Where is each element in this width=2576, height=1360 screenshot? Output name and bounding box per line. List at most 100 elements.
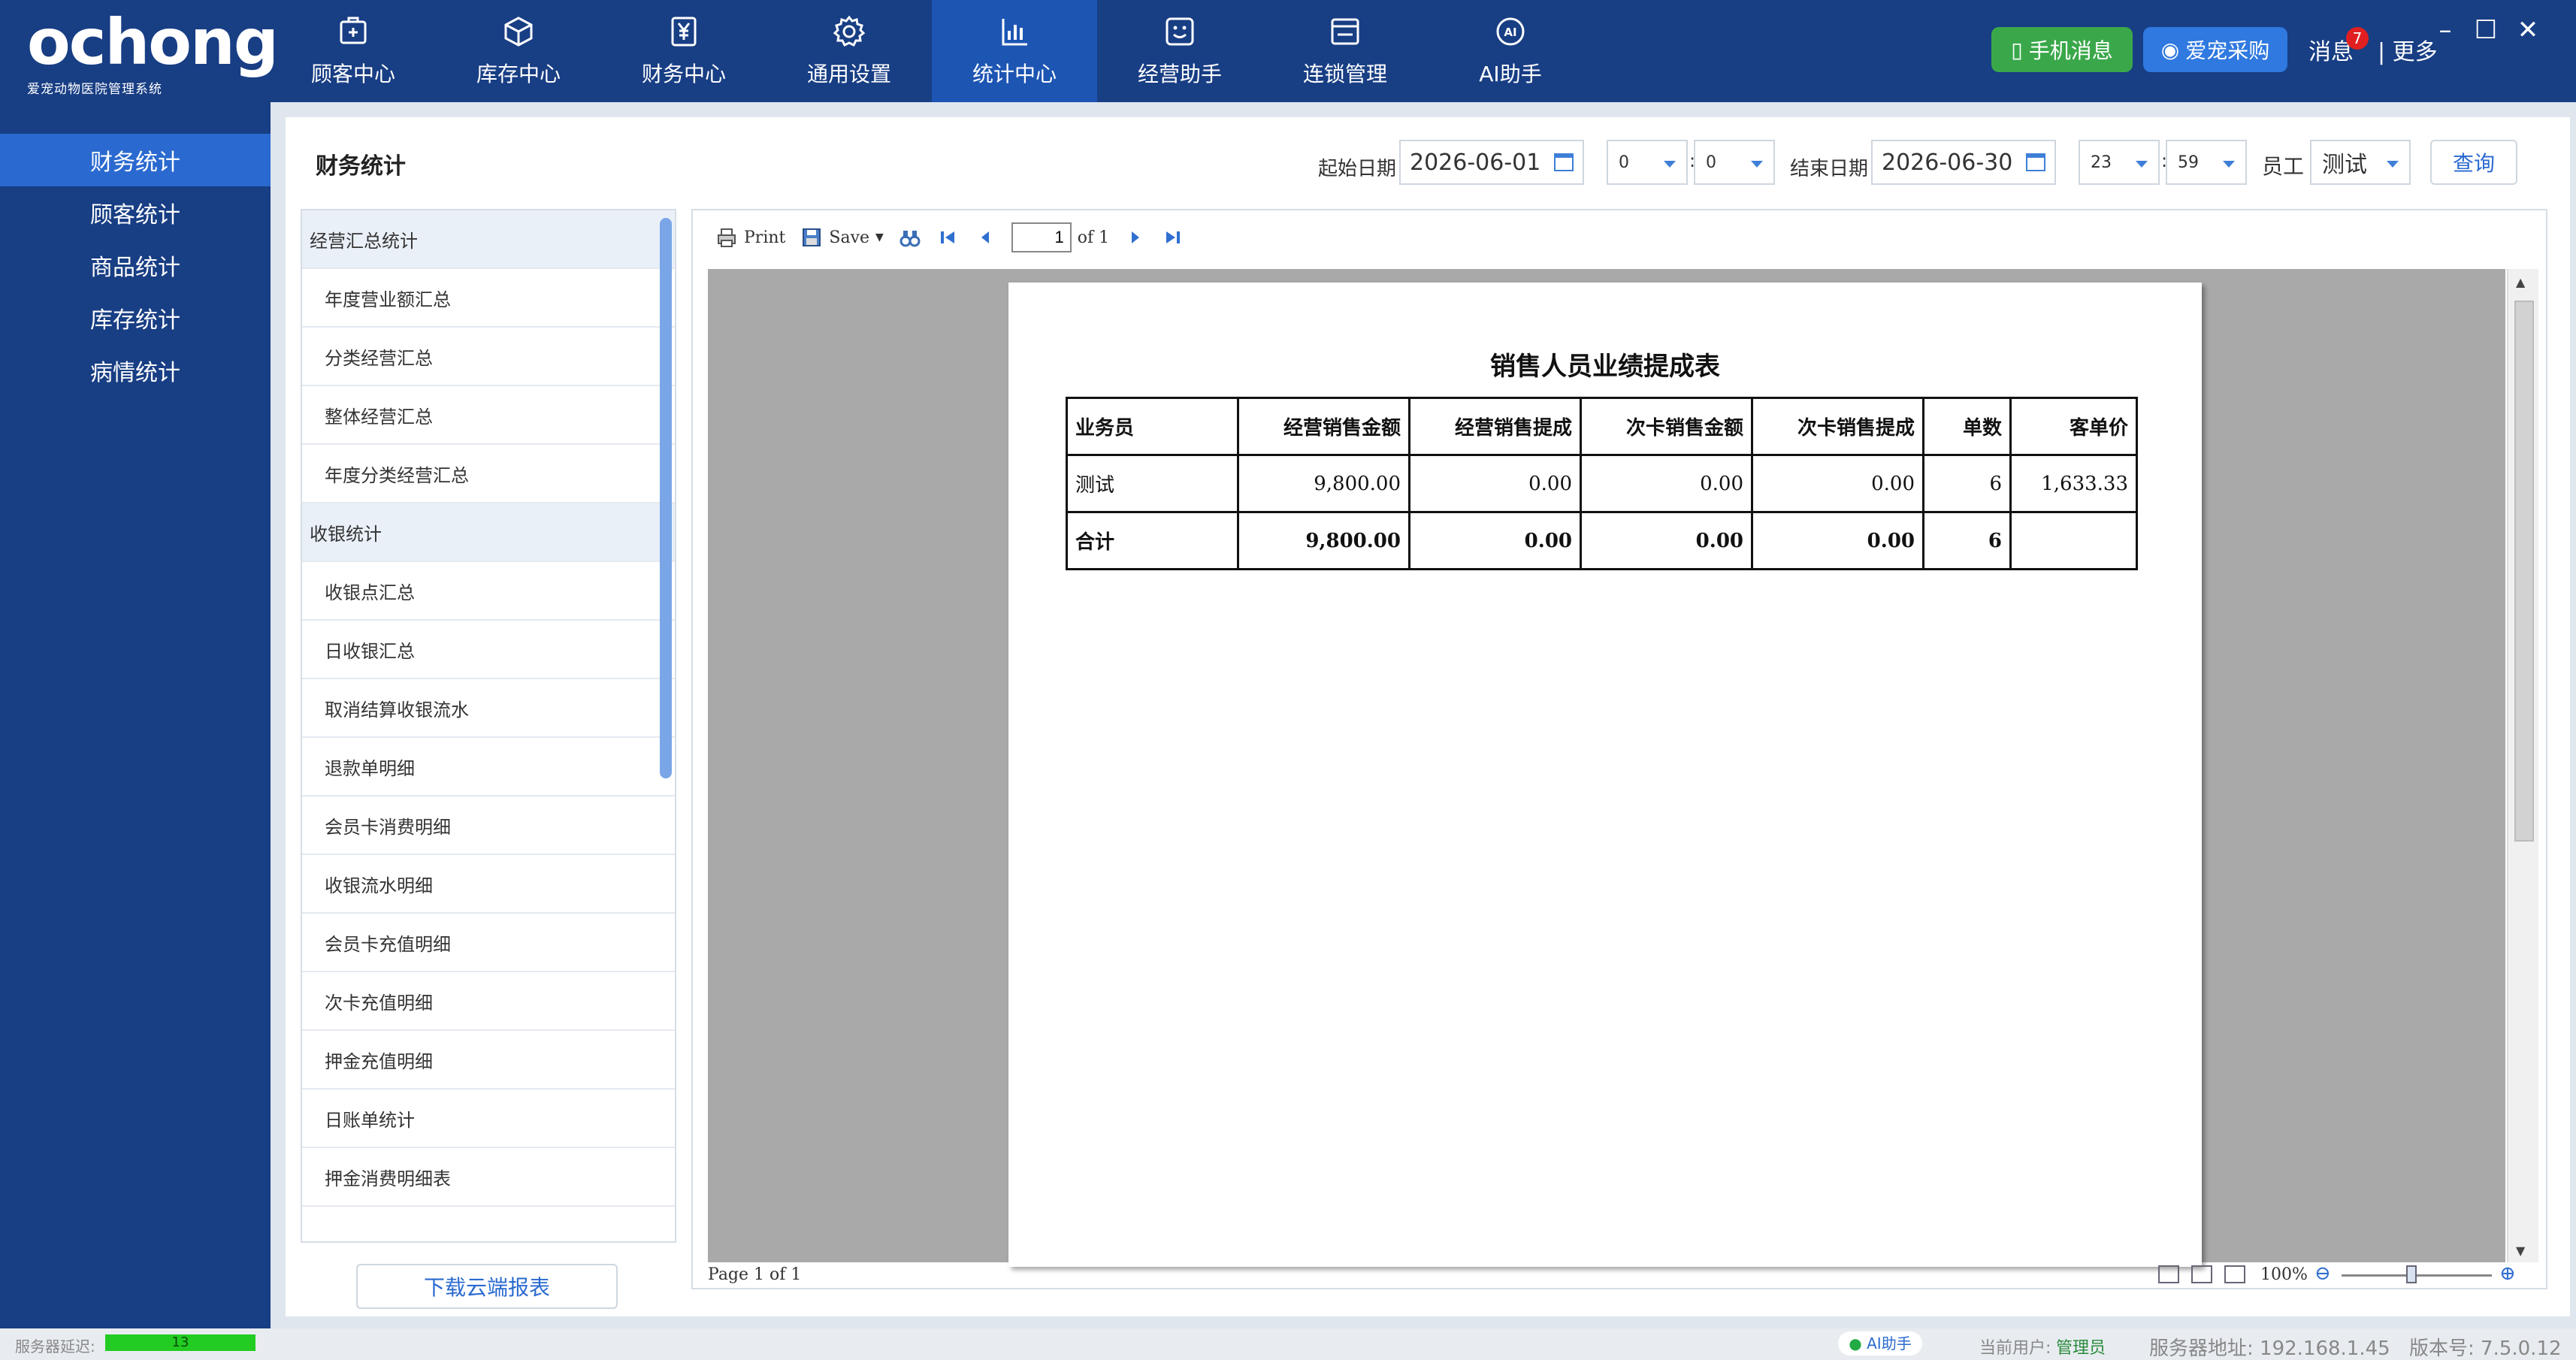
nav-inventory[interactable]: 库存中心 bbox=[436, 0, 601, 102]
yen-icon bbox=[671, 17, 697, 47]
prev-page-button[interactable] bbox=[974, 226, 996, 249]
start-date-label: 起始日期 bbox=[1318, 158, 1397, 180]
viewer-scrollbar[interactable]: ▲ ▼ bbox=[2507, 269, 2538, 1262]
staff-select[interactable]: 测试 bbox=[2310, 140, 2411, 185]
list-item[interactable]: 会员卡充值明细 bbox=[302, 914, 675, 972]
zoom-out-icon[interactable]: ⊖ bbox=[2314, 1262, 2331, 1285]
latency-label: 服务器延迟: bbox=[15, 1337, 95, 1355]
zoom-in-icon[interactable]: ⊕ bbox=[2499, 1262, 2516, 1285]
chevron-down-icon[interactable]: ▼ bbox=[875, 231, 884, 243]
download-cloud-report-button[interactable]: 下载云端报表 bbox=[356, 1264, 618, 1309]
sidebar-item-disease-stats[interactable]: 病情统计 bbox=[0, 344, 271, 397]
print-button[interactable]: Print bbox=[715, 226, 785, 249]
table-cell: 0.00 bbox=[1408, 511, 1582, 570]
save-button[interactable]: Save ▼ bbox=[800, 226, 884, 249]
end-minute-value: 59 bbox=[2178, 153, 2199, 172]
staff-label: 员工 bbox=[2262, 154, 2305, 179]
viewer-toolbar: Print Save ▼ of 1 bbox=[693, 210, 2546, 264]
first-page-button[interactable] bbox=[936, 226, 959, 249]
svg-text:AI: AI bbox=[1504, 26, 1516, 39]
end-hour-value: 23 bbox=[2091, 153, 2112, 172]
table-cell: 测试 bbox=[1066, 454, 1239, 513]
nav-label: 库存中心 bbox=[476, 62, 561, 86]
nav-customer[interactable]: 顾客中心 bbox=[271, 0, 436, 102]
list-item[interactable]: 次卡充值明细 bbox=[302, 972, 675, 1031]
maximize-icon[interactable]: ☐ bbox=[2472, 17, 2499, 44]
zoom-level: 100% bbox=[2260, 1265, 2308, 1284]
minimize-icon[interactable]: – bbox=[2432, 17, 2459, 44]
list-scrollbar[interactable] bbox=[660, 218, 672, 778]
more-link[interactable]: | 更多 bbox=[2378, 33, 2438, 66]
list-group-header[interactable]: 收银统计 bbox=[302, 503, 675, 562]
app-logo: ochong 爱宠动物医院管理系统 bbox=[27, 11, 279, 97]
table-header-cell: 业务员 bbox=[1066, 397, 1239, 456]
page-number-input[interactable] bbox=[1011, 222, 1072, 252]
nav-label: 顾客中心 bbox=[310, 62, 395, 86]
list-item[interactable]: 日账单统计 bbox=[302, 1090, 675, 1148]
end-minute-select[interactable]: 59 bbox=[2166, 140, 2247, 185]
customer-icon bbox=[340, 17, 367, 44]
list-item[interactable]: 押金充值明细 bbox=[302, 1031, 675, 1090]
nav-settings[interactable]: 通用设置 bbox=[766, 0, 932, 102]
sidebar-item-product-stats[interactable]: 商品统计 bbox=[0, 239, 271, 292]
server-address: 服务器地址: 192.168.1.45 bbox=[2149, 1337, 2390, 1360]
multi-page-icon[interactable] bbox=[2224, 1265, 2245, 1283]
nav-label: 财务中心 bbox=[641, 62, 726, 86]
scroll-up-icon[interactable]: ▲ bbox=[2516, 275, 2525, 289]
list-item[interactable]: 押金消费明细表 bbox=[302, 1148, 675, 1207]
list-item[interactable]: 整体经营汇总 bbox=[302, 386, 675, 445]
zoom-slider-handle[interactable] bbox=[2406, 1265, 2417, 1283]
zoom-slider[interactable] bbox=[2342, 1274, 2492, 1277]
purchase-button[interactable]: ◉ 爱宠采购 bbox=[2143, 27, 2287, 72]
end-date-label: 结束日期 bbox=[1790, 158, 1869, 180]
list-item[interactable]: 收银流水明细 bbox=[302, 855, 675, 914]
table-header-cell: 客单价 bbox=[2009, 397, 2138, 456]
sidebar-item-customer-stats[interactable]: 顾客统计 bbox=[0, 186, 271, 239]
scrollbar-thumb[interactable] bbox=[2514, 301, 2534, 842]
start-minute-select[interactable]: 0 bbox=[1694, 140, 1775, 185]
calendar-icon[interactable] bbox=[2026, 153, 2045, 171]
list-item[interactable]: 取消结算收银流水 bbox=[302, 679, 675, 738]
page-width-icon[interactable] bbox=[2158, 1265, 2179, 1283]
scroll-down-icon[interactable]: ▼ bbox=[2516, 1244, 2525, 1258]
gear-icon bbox=[833, 15, 866, 47]
close-icon[interactable]: ✕ bbox=[2514, 17, 2541, 44]
nav-ai[interactable]: AI AI助手 bbox=[1428, 0, 1593, 102]
chevron-down-icon bbox=[2136, 161, 2148, 168]
list-item[interactable]: 日收银汇总 bbox=[302, 621, 675, 679]
last-page-button[interactable] bbox=[1162, 226, 1184, 249]
list-group-header[interactable]: 经营汇总统计 bbox=[302, 210, 675, 269]
nav-label: 经营助手 bbox=[1137, 62, 1222, 86]
list-item[interactable]: 年度营业额汇总 bbox=[302, 269, 675, 328]
table-cell: 0.00 bbox=[1580, 454, 1753, 513]
ai-assistant-button[interactable]: ● AI助手 bbox=[1838, 1331, 1922, 1355]
list-item[interactable]: 退款单明细 bbox=[302, 738, 675, 796]
start-hour-select[interactable]: 0 bbox=[1607, 140, 1688, 185]
list-item[interactable]: 收银点汇总 bbox=[302, 562, 675, 621]
nav-finance[interactable]: 财务中心 bbox=[601, 0, 766, 102]
nav-statistics[interactable]: 统计中心 bbox=[932, 0, 1097, 102]
next-page-button[interactable] bbox=[1124, 226, 1147, 249]
list-item[interactable]: 年度分类经营汇总 bbox=[302, 445, 675, 503]
end-hour-select[interactable]: 23 bbox=[2079, 140, 2160, 185]
page-status: Page 1 of 1 bbox=[708, 1265, 802, 1284]
table-header-cell: 次卡销售提成 bbox=[1751, 397, 1924, 456]
whole-page-icon[interactable] bbox=[2191, 1265, 2212, 1283]
end-date-field[interactable]: 2026-06-30 bbox=[1871, 140, 2056, 185]
list-item[interactable]: 分类经营汇总 bbox=[302, 328, 675, 386]
list-item[interactable]: 会员卡消费明细 bbox=[302, 796, 675, 855]
find-button[interactable] bbox=[899, 226, 921, 249]
sidebar-item-inventory-stats[interactable]: 库存统计 bbox=[0, 292, 271, 344]
nav-label: AI助手 bbox=[1479, 62, 1542, 86]
sidebar-item-finance-stats[interactable]: 财务统计 bbox=[0, 134, 271, 186]
start-date-field[interactable]: 2026-06-01 bbox=[1399, 140, 1584, 185]
nav-chain[interactable]: 连锁管理 bbox=[1262, 0, 1428, 102]
query-button[interactable]: 查询 bbox=[2430, 140, 2517, 185]
nav-business-assistant[interactable]: 经营助手 bbox=[1097, 0, 1262, 102]
mobile-message-button[interactable]: ▯ 手机消息 bbox=[1991, 27, 2133, 72]
message-count-badge: 7 bbox=[2346, 27, 2369, 50]
chevron-down-icon bbox=[2387, 161, 2399, 168]
calendar-icon[interactable] bbox=[1554, 153, 1574, 171]
table-total-row: 合计 9,800.00 0.00 0.00 0.00 6 bbox=[1066, 511, 2138, 570]
report-table: 业务员 经营销售金额 经营销售提成 次卡销售金额 次卡销售提成 单数 客单价 测… bbox=[1066, 397, 2138, 570]
